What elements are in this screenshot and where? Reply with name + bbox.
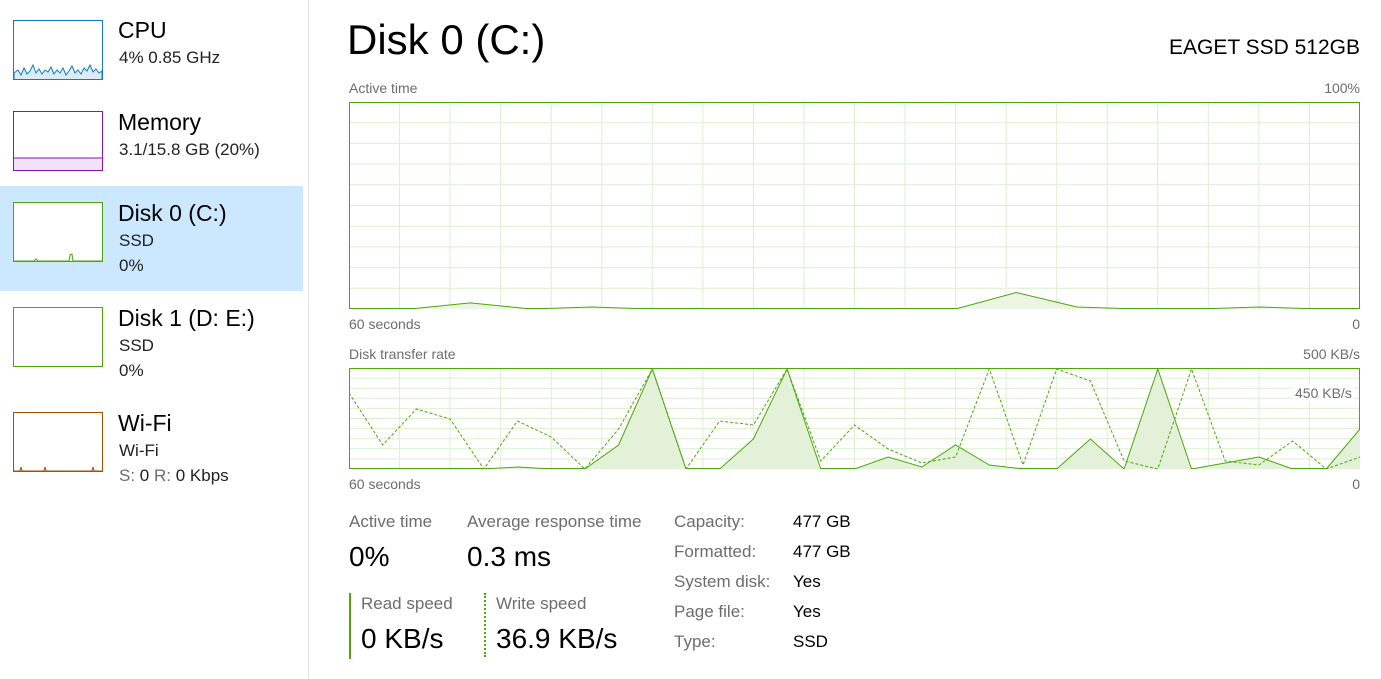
transfer-rate-chart-min: 0: [1352, 476, 1360, 492]
wifi-throughput: S: 0 R: 0 Kbps: [119, 466, 229, 486]
system-disk-label: System disk:: [674, 572, 771, 591]
disk-model: EAGET SSD 512GB: [1168, 36, 1360, 59]
disk-1-thumbnail-graph: [13, 307, 103, 367]
cpu-thumbnail-graph: [13, 20, 103, 80]
read-speed-value: 0 KB/s: [361, 623, 444, 654]
sidebar-item-memory[interactable]: Memory 3.1/15.8 GB (20%): [0, 95, 303, 200]
sidebar: CPU 4% 0.85 GHz Memory 3.1/15.8 GB (20%)…: [0, 0, 309, 679]
page-file-label: Page file:: [674, 602, 745, 621]
capacity-value: 477 GB: [793, 512, 851, 531]
sidebar-item-detail: Wi-Fi: [119, 441, 159, 460]
active-time-chart-min: 0: [1352, 316, 1360, 332]
active-time-chart-label: Active time: [349, 80, 418, 96]
active-time-chart: [349, 102, 1360, 309]
active-time-stat-label: Active time: [349, 512, 433, 531]
sidebar-item-disk-1[interactable]: Disk 1 (D: E:) SSD 0%: [0, 291, 303, 396]
avg-response-stat-value: 0.3 ms: [467, 541, 552, 572]
transfer-rate-chart-label: Disk transfer rate: [349, 346, 456, 362]
page-title: Disk 0 (C:): [347, 16, 546, 63]
active-time-chart-grid: [349, 102, 1360, 309]
sidebar-item-usage: 0%: [119, 361, 144, 380]
sidebar-item-title: Memory: [118, 109, 202, 135]
sidebar-item-title: CPU: [118, 17, 167, 43]
formatted-label: Formatted:: [674, 542, 757, 561]
sidebar-item-title: Wi-Fi: [118, 410, 172, 436]
send-value: 0: [139, 466, 150, 485]
sidebar-item-type: SSD: [119, 231, 154, 250]
wifi-thumbnail-graph: [13, 412, 103, 472]
transfer-rate-chart-max: 500 KB/s: [1303, 346, 1360, 362]
sidebar-item-type: SSD: [119, 336, 154, 355]
system-disk-value: Yes: [793, 572, 821, 591]
memory-thumbnail-graph: [13, 111, 103, 171]
sidebar-item-title: Disk 1 (D: E:): [118, 305, 255, 331]
transfer-rate-gridline-label: 450 KB/s: [1293, 385, 1354, 401]
active-time-chart-time: 60 seconds: [349, 316, 421, 332]
active-time-chart-max: 100%: [1324, 80, 1360, 96]
avg-response-stat-label: Average response time: [467, 512, 642, 531]
write-speed-value: 36.9 KB/s: [496, 623, 618, 654]
write-speed-legend-line: [484, 593, 486, 657]
receive-value: 0 Kbps: [175, 466, 229, 485]
sidebar-item-cpu[interactable]: CPU 4% 0.85 GHz: [0, 0, 303, 105]
sidebar-item-wifi[interactable]: Wi-Fi Wi-Fi S: 0 R: 0 Kbps: [0, 396, 303, 501]
transfer-rate-chart-svg: [349, 368, 1360, 469]
type-label: Type:: [674, 632, 716, 651]
active-time-chart-svg: [349, 102, 1360, 309]
send-label: S:: [119, 466, 136, 485]
receive-label: R:: [154, 466, 171, 485]
page-file-value: Yes: [793, 602, 821, 621]
transfer-rate-chart-grid: [349, 368, 1360, 469]
sidebar-item-title: Disk 0 (C:): [118, 200, 227, 226]
transfer-rate-chart: [349, 368, 1360, 469]
type-value: SSD: [793, 632, 828, 651]
read-speed-legend-line: [349, 593, 351, 659]
transfer-rate-chart-time: 60 seconds: [349, 476, 421, 492]
disk-0-thumbnail-graph: [13, 202, 103, 262]
sidebar-item-usage: 0%: [119, 256, 144, 275]
sidebar-item-detail: 4% 0.85 GHz: [119, 48, 221, 67]
capacity-label: Capacity:: [674, 512, 745, 531]
active-time-stat-value: 0%: [349, 541, 390, 572]
read-speed-label: Read speed: [361, 594, 453, 613]
formatted-value: 477 GB: [793, 542, 851, 561]
write-speed-label: Write speed: [496, 594, 587, 613]
sidebar-item-disk-0[interactable]: Disk 0 (C:) SSD 0%: [0, 186, 303, 291]
sidebar-item-detail: 3.1/15.8 GB (20%): [119, 140, 260, 159]
